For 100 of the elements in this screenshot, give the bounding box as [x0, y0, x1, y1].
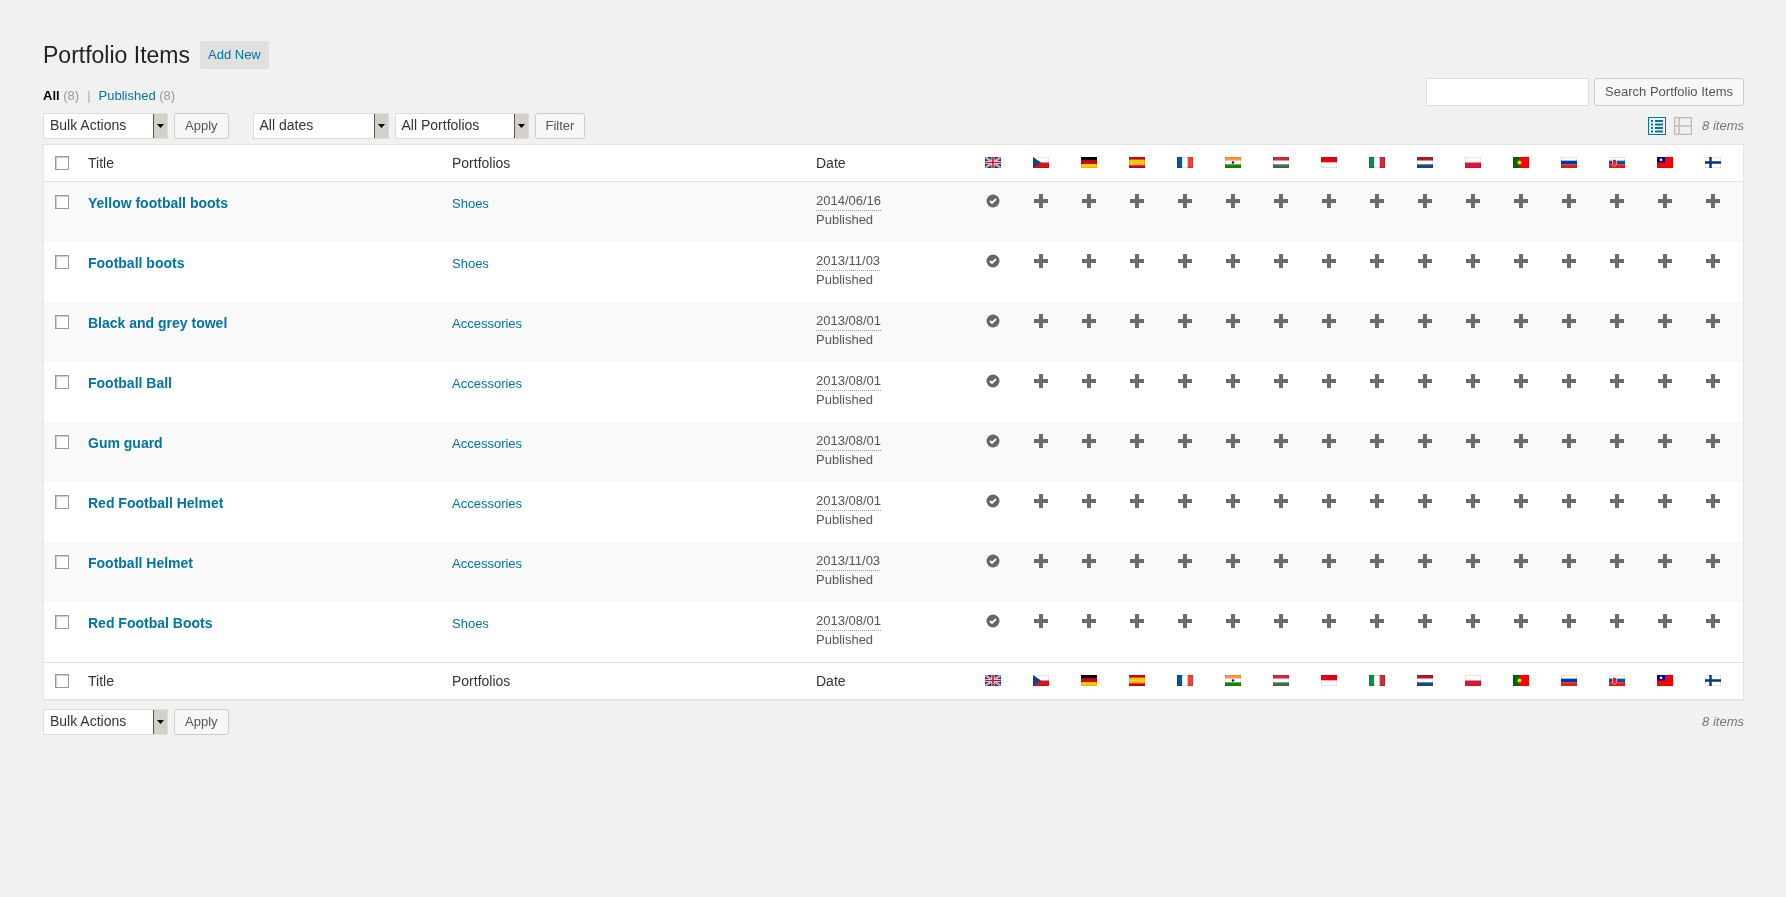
plus-icon[interactable] — [1562, 253, 1576, 268]
filter-button[interactable]: Filter — [534, 112, 586, 139]
plus-icon[interactable] — [1418, 553, 1432, 568]
plus-icon[interactable] — [1178, 613, 1192, 628]
item-title-link[interactable]: Football Ball — [88, 374, 172, 391]
column-header[interactable]: Date — [816, 672, 846, 689]
checkbox[interactable] — [55, 374, 69, 389]
item-title-link[interactable]: Yellow football boots — [88, 194, 228, 211]
plus-icon[interactable] — [1178, 373, 1192, 388]
filter-link[interactable]: Published (8) — [98, 86, 176, 106]
plus-icon[interactable] — [1418, 493, 1432, 508]
plus-icon[interactable] — [1322, 193, 1336, 208]
plus-icon[interactable] — [1034, 253, 1048, 268]
plus-icon[interactable] — [1082, 253, 1096, 268]
plus-icon[interactable] — [1370, 373, 1384, 388]
plus-icon[interactable] — [1658, 193, 1672, 208]
plus-icon[interactable] — [1418, 433, 1432, 448]
plus-icon[interactable] — [1658, 493, 1672, 508]
plus-icon[interactable] — [1178, 193, 1192, 208]
plus-icon[interactable] — [1082, 433, 1096, 448]
plus-icon[interactable] — [1130, 613, 1144, 628]
plus-icon[interactable] — [1610, 553, 1624, 568]
plus-icon[interactable] — [1466, 313, 1480, 328]
plus-icon[interactable] — [1610, 493, 1624, 508]
plus-icon[interactable] — [1514, 493, 1528, 508]
portfolio-link[interactable]: Shoes — [452, 195, 489, 211]
plus-icon[interactable] — [1130, 313, 1144, 328]
plus-icon[interactable] — [1322, 373, 1336, 388]
plus-icon[interactable] — [1706, 253, 1720, 268]
plus-icon[interactable] — [1706, 433, 1720, 448]
check-icon[interactable] — [986, 493, 1000, 508]
item-title-link[interactable]: Football Helmet — [88, 554, 193, 571]
plus-icon[interactable] — [1082, 613, 1096, 628]
search-button[interactable]: Search Portfolio Items — [1594, 77, 1744, 106]
plus-icon[interactable] — [1226, 193, 1240, 208]
plus-icon[interactable] — [1322, 253, 1336, 268]
plus-icon[interactable] — [1514, 613, 1528, 628]
plus-icon[interactable] — [1274, 313, 1288, 328]
plus-icon[interactable] — [1082, 553, 1096, 568]
plus-icon[interactable] — [1178, 253, 1192, 268]
plus-icon[interactable] — [1610, 253, 1624, 268]
plus-icon[interactable] — [1178, 433, 1192, 448]
plus-icon[interactable] — [1082, 313, 1096, 328]
plus-icon[interactable] — [1034, 553, 1048, 568]
apply-button[interactable]: Apply — [174, 112, 229, 139]
plus-icon[interactable] — [1658, 433, 1672, 448]
plus-icon[interactable] — [1658, 373, 1672, 388]
column-header[interactable]: Portfolios — [452, 672, 511, 689]
filter-link[interactable]: All (8) — [43, 86, 80, 106]
column-header[interactable]: Portfolios — [452, 154, 511, 171]
plus-icon[interactable] — [1610, 193, 1624, 208]
plus-icon[interactable] — [1082, 193, 1096, 208]
plus-icon[interactable] — [1466, 553, 1480, 568]
plus-icon[interactable] — [1562, 193, 1576, 208]
plus-icon[interactable] — [1466, 433, 1480, 448]
plus-icon[interactable] — [1130, 493, 1144, 508]
plus-icon[interactable] — [1226, 613, 1240, 628]
portfolio-link[interactable]: Accessories — [452, 315, 523, 331]
plus-icon[interactable] — [1562, 613, 1576, 628]
plus-icon[interactable] — [1130, 193, 1144, 208]
plus-icon[interactable] — [1226, 313, 1240, 328]
plus-icon[interactable] — [1562, 553, 1576, 568]
plus-icon[interactable] — [1130, 433, 1144, 448]
plus-icon[interactable] — [1706, 553, 1720, 568]
search-field[interactable] — [1426, 77, 1590, 106]
check-icon[interactable] — [986, 433, 1000, 448]
plus-icon[interactable] — [1130, 553, 1144, 568]
checkbox[interactable] — [55, 554, 69, 569]
plus-icon[interactable] — [1370, 193, 1384, 208]
portfolio-link[interactable]: Shoes — [452, 615, 489, 631]
plus-icon[interactable] — [1514, 313, 1528, 328]
plus-icon[interactable] — [1178, 553, 1192, 568]
plus-icon[interactable] — [1658, 313, 1672, 328]
item-title-link[interactable]: Football boots — [88, 254, 185, 271]
plus-icon[interactable] — [1514, 253, 1528, 268]
plus-icon[interactable] — [1706, 373, 1720, 388]
portfolio-link[interactable]: Accessories — [452, 495, 523, 511]
portfolio-link[interactable]: Accessories — [452, 375, 523, 391]
check-icon[interactable] — [986, 553, 1000, 568]
item-title-link[interactable]: Red Football Helmet — [88, 494, 224, 511]
checkbox[interactable] — [55, 494, 69, 509]
plus-icon[interactable] — [1226, 373, 1240, 388]
plus-icon[interactable] — [1658, 253, 1672, 268]
column-header[interactable]: Date — [816, 154, 846, 171]
plus-icon[interactable] — [1466, 193, 1480, 208]
plus-icon[interactable] — [1322, 493, 1336, 508]
plus-icon[interactable] — [1226, 253, 1240, 268]
plus-icon[interactable] — [1082, 373, 1096, 388]
plus-icon[interactable] — [1226, 493, 1240, 508]
plus-icon[interactable] — [1274, 373, 1288, 388]
plus-icon[interactable] — [1034, 193, 1048, 208]
plus-icon[interactable] — [1466, 493, 1480, 508]
plus-icon[interactable] — [1034, 313, 1048, 328]
plus-icon[interactable] — [1274, 613, 1288, 628]
plus-icon[interactable] — [1562, 313, 1576, 328]
plus-icon[interactable] — [1322, 433, 1336, 448]
plus-icon[interactable] — [1610, 313, 1624, 328]
plus-icon[interactable] — [1370, 493, 1384, 508]
plus-icon[interactable] — [1418, 313, 1432, 328]
plus-icon[interactable] — [1610, 433, 1624, 448]
